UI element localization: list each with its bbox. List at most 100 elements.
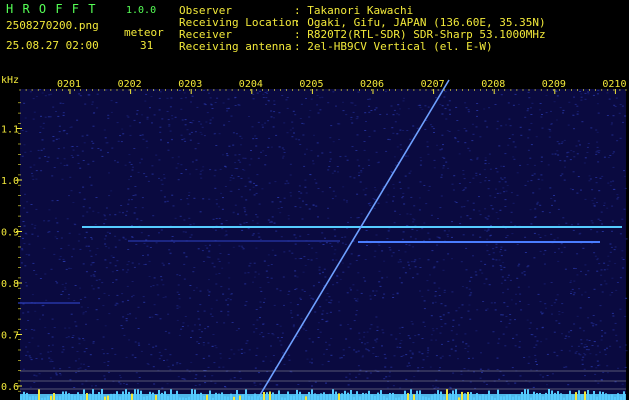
noise-speck — [473, 371, 475, 373]
noise-speck — [556, 150, 559, 152]
noise-speck — [343, 199, 346, 201]
noise-speck — [467, 109, 470, 111]
baseline-spike — [236, 390, 238, 400]
noise-speck — [35, 208, 38, 210]
noise-speck — [270, 345, 272, 347]
noise-speck — [461, 304, 464, 306]
noise-speck — [32, 98, 35, 100]
noise-speck — [492, 248, 495, 250]
noise-speck — [83, 339, 86, 341]
noise-speck — [94, 224, 97, 225]
noise-speck — [235, 330, 238, 331]
noise-speck — [319, 331, 322, 333]
noise-speck — [158, 358, 161, 360]
noise-speck — [476, 103, 479, 104]
baseline-spike — [218, 393, 220, 400]
noise-speck — [390, 366, 393, 368]
noise-speck — [570, 330, 573, 332]
baseline-spike — [383, 395, 385, 400]
noise-speck — [302, 123, 305, 125]
noise-speck — [341, 236, 344, 238]
noise-speck — [244, 283, 247, 285]
noise-speck — [364, 194, 367, 196]
noise-speck — [284, 183, 287, 185]
noise-speck — [203, 89, 205, 91]
noise-speck — [82, 186, 85, 188]
noise-speck — [528, 97, 531, 99]
noise-speck — [363, 149, 366, 151]
noise-speck — [451, 291, 454, 293]
noise-speck — [160, 276, 163, 278]
noise-speck — [65, 268, 68, 270]
noise-speck — [289, 129, 292, 131]
noise-speck — [283, 363, 286, 365]
noise-speck — [289, 192, 292, 194]
noise-speck — [193, 324, 196, 326]
noise-speck — [160, 229, 163, 231]
noise-speck — [438, 237, 441, 239]
noise-speck — [507, 383, 510, 385]
baseline-spike — [191, 389, 193, 400]
noise-speck — [256, 222, 259, 224]
noise-speck — [245, 222, 248, 223]
noise-speck — [308, 208, 311, 210]
noise-speck — [245, 301, 248, 303]
noise-speck — [588, 180, 591, 182]
noise-speck — [199, 324, 201, 326]
noise-speck — [430, 214, 433, 216]
noise-speck — [55, 372, 58, 374]
noise-speck — [55, 138, 58, 140]
baseline-spike — [392, 392, 394, 400]
baseline-spike — [245, 389, 247, 400]
noise-speck — [345, 376, 348, 378]
baseline-spike — [371, 394, 373, 400]
noise-speck — [370, 324, 373, 326]
noise-speck — [87, 245, 90, 247]
noise-speck — [612, 151, 615, 153]
noise-speck — [600, 211, 603, 213]
noise-speck — [530, 223, 533, 225]
noise-speck — [104, 259, 107, 261]
noise-speck — [262, 150, 265, 152]
noise-speck — [432, 330, 435, 332]
noise-speck — [355, 260, 358, 261]
noise-speck — [418, 209, 421, 211]
noise-speck — [192, 120, 195, 121]
noise-speck — [563, 179, 566, 181]
noise-speck — [275, 230, 278, 232]
noise-speck — [510, 221, 513, 223]
noise-speck — [147, 363, 150, 365]
baseline-spike — [362, 392, 364, 400]
noise-speck — [394, 164, 397, 166]
noise-speck — [433, 132, 435, 133]
noise-speck — [34, 310, 37, 312]
noise-speck — [323, 353, 325, 355]
noise-speck — [57, 148, 60, 150]
noise-speck — [167, 119, 170, 121]
noise-speck — [283, 304, 285, 306]
noise-speck — [391, 127, 394, 129]
noise-speck — [282, 157, 284, 159]
noise-speck — [544, 235, 547, 237]
noise-speck — [35, 375, 38, 377]
noise-speck — [24, 151, 27, 153]
noise-speck — [509, 279, 512, 281]
noise-speck — [56, 282, 59, 284]
noise-speck — [68, 267, 71, 269]
noise-speck — [194, 148, 197, 150]
noise-speck — [577, 176, 580, 178]
noise-speck — [327, 217, 330, 219]
noise-speck — [455, 345, 457, 347]
noise-speck — [112, 256, 115, 258]
noise-speck — [155, 242, 158, 244]
noise-speck — [454, 137, 457, 139]
noise-speck — [136, 110, 139, 111]
noise-speck — [145, 140, 148, 142]
noise-speck — [195, 354, 198, 356]
noise-speck — [512, 337, 515, 339]
noise-speck — [58, 125, 61, 127]
noise-speck — [143, 173, 146, 175]
noise-speck — [177, 179, 180, 181]
noise-speck — [256, 347, 259, 349]
noise-speck — [471, 140, 474, 142]
